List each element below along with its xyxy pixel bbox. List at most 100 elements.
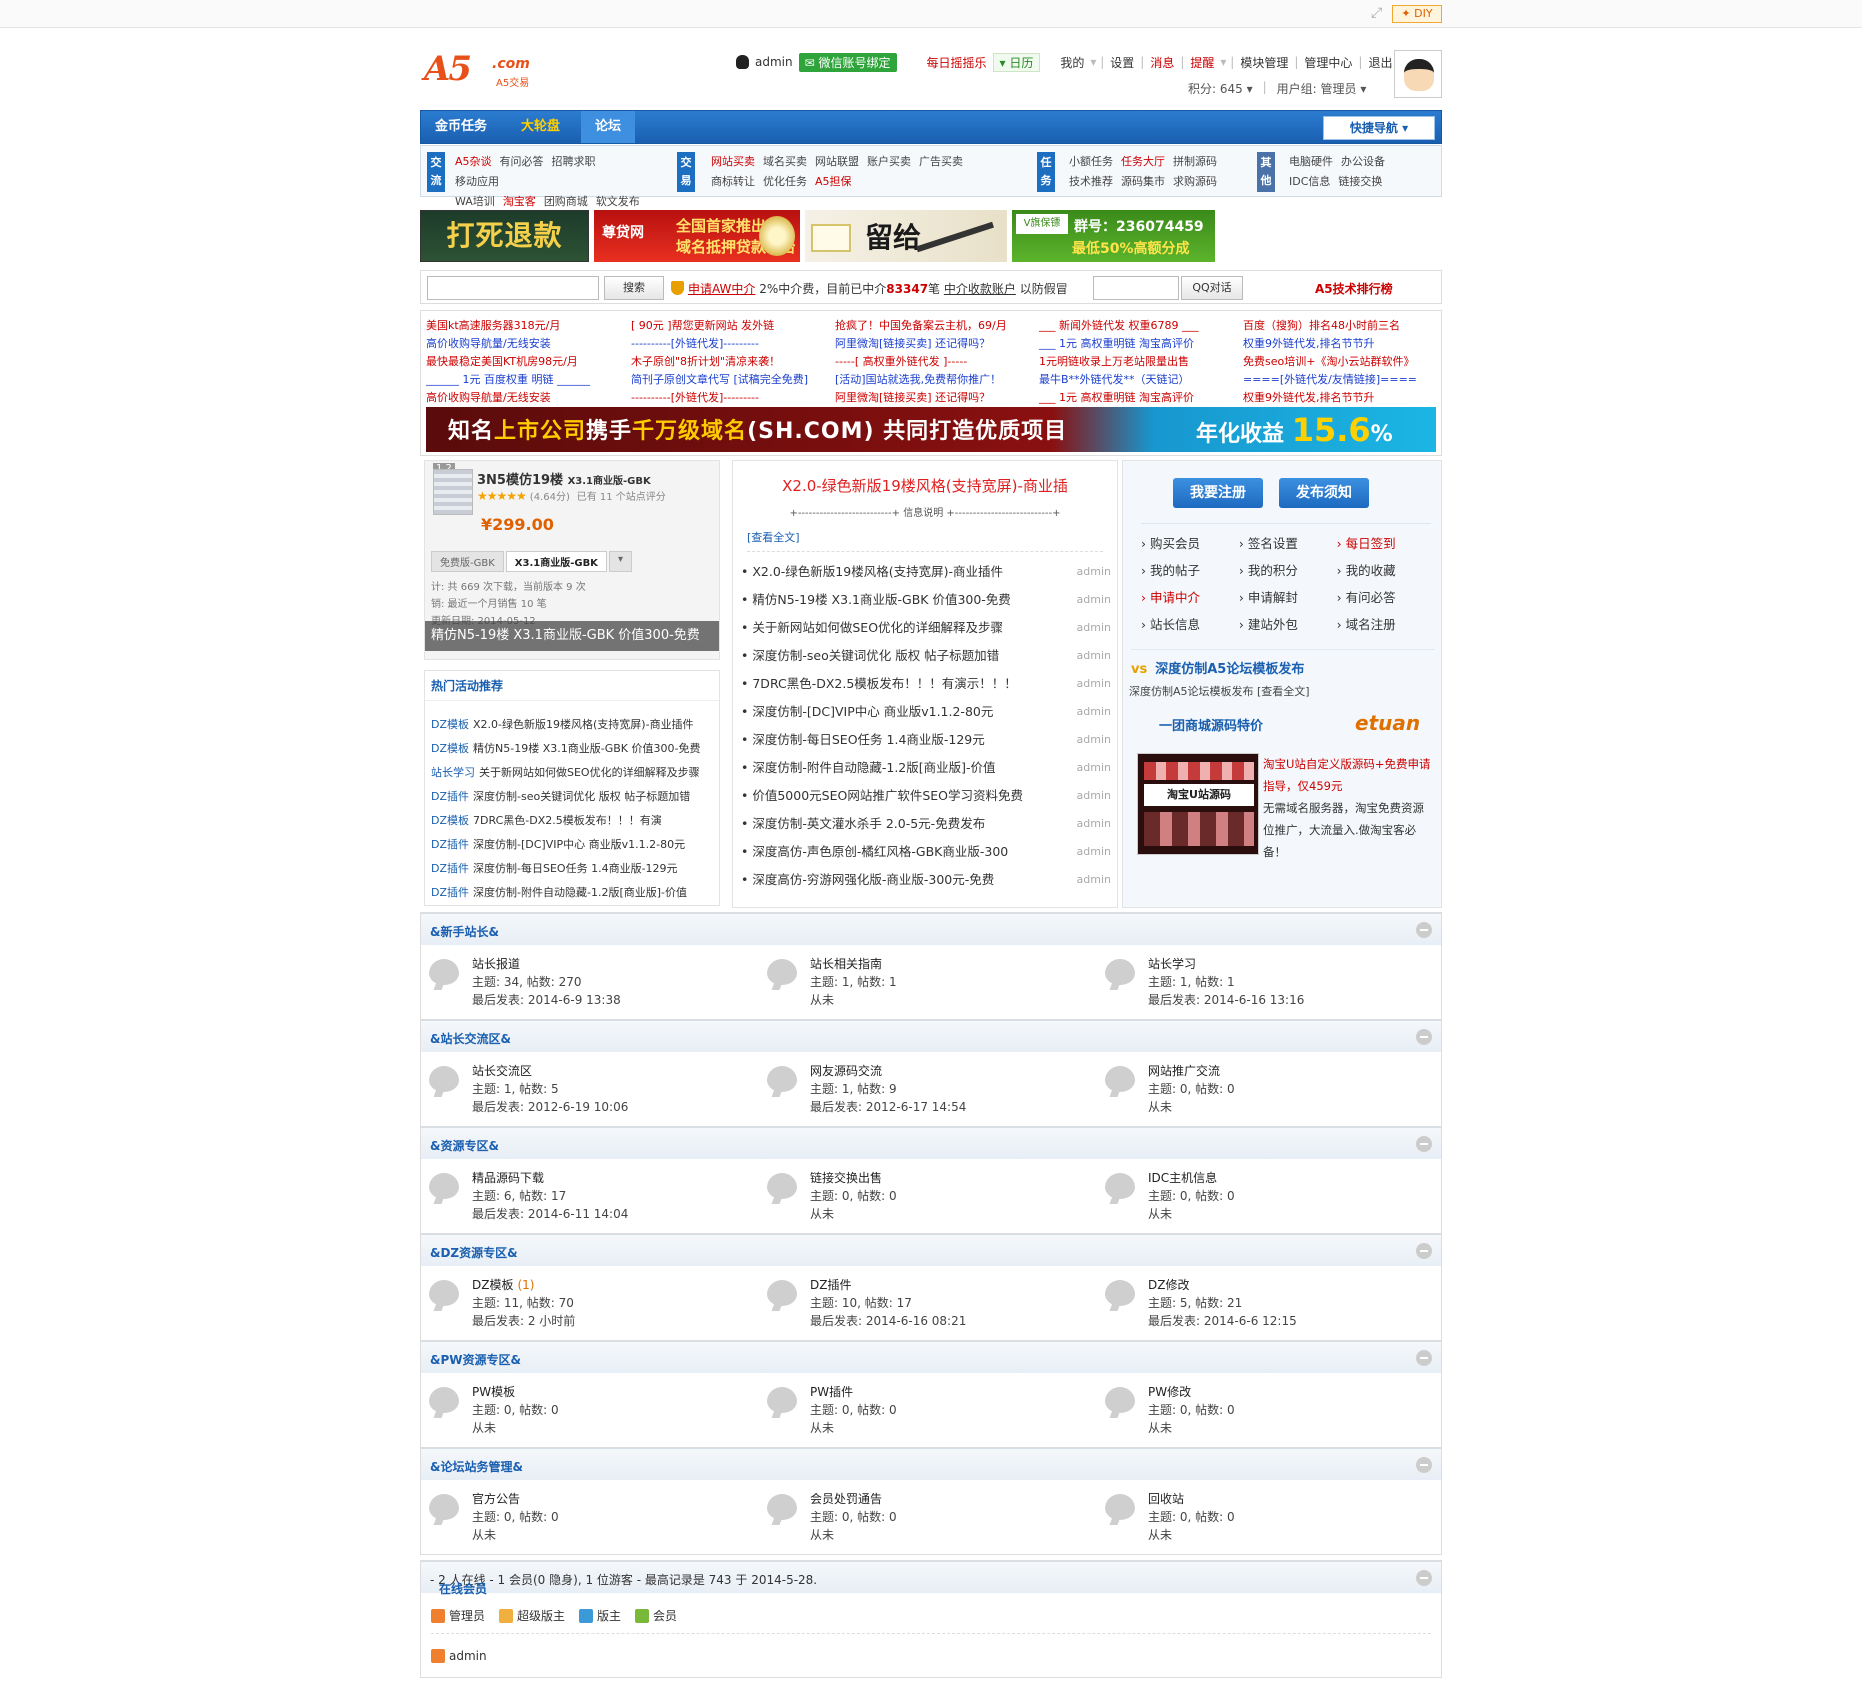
forum-board-name[interactable]: 站长学习 [1148,955,1196,972]
calendar-button[interactable]: ▾ 日历 [992,52,1041,72]
text-ad[interactable]: 1元明链收录上万老站限量出售 [1039,353,1239,371]
thread-item[interactable]: • X2.0-绿色新版19楼风格(支持宽屏)-商业插件 admin [741,558,1111,586]
forum-board-last-post[interactable]: 从未 [810,1205,834,1222]
qq-input[interactable] [1093,276,1179,300]
thread-item[interactable]: • 深度仿制-英文灌水杀手 2.0-5元-免费发布 admin [741,810,1111,838]
forum-board-last-post[interactable]: 最后发表: 2 小时前 [472,1312,575,1329]
subnav-link[interactable]: 网站联盟 [815,155,859,168]
hot-item-tag[interactable]: DZ插件 [431,790,469,803]
quick-link[interactable]: › 我的积分 [1239,557,1333,584]
forum-board-last-post[interactable]: 从未 [472,1419,496,1436]
forum-board-title[interactable]: DZ修改 [1148,1278,1189,1292]
forum-board-name[interactable]: DZ插件 [810,1276,851,1293]
forum-board-title[interactable]: DZ模板 [472,1278,513,1292]
forum-board-title[interactable]: 精品源码下载 [472,1171,544,1185]
daily-shake-link[interactable]: 每日摇摇乐 [927,54,987,71]
thread-item[interactable]: • 价值5000元SEO网站推广软件SEO学习资料免费 admin [741,782,1111,810]
quick-link[interactable]: › 签名设置 [1239,530,1333,557]
usergroup-dropdown[interactable]: 用户组: 管理员 ▾ [1277,80,1367,97]
thread-title[interactable]: 深度仿制-每日SEO任务 1.4商业版-129元 [752,732,984,747]
subnav-link[interactable]: WA培训 [455,195,495,208]
hot-item[interactable]: DZ模板 X2.0-绿色新版19楼风格(支持宽屏)-商业插件 [431,713,713,737]
hot-item-text[interactable]: 深度仿制-附件自动隐藏-1.2版[商业版]-价值 [473,886,687,899]
subnav-link[interactable]: 淘宝客 [503,195,536,208]
thread-item[interactable]: • 深度高仿-声色原创-橘红风格-GBK商业版-300 admin [741,838,1111,866]
quick-nav-button[interactable]: 快捷导航 ▾ [1323,116,1435,140]
text-ad[interactable]: 免费seo培训+《淘小云站群软件》 [1243,353,1443,371]
thread-title[interactable]: 价值5000元SEO网站推广软件SEO学习资料免费 [752,788,1023,803]
forum-board-title[interactable]: 站长报道 [472,957,520,971]
forum-board-last-post[interactable]: 最后发表: 2014-6-11 14:04 [472,1205,628,1222]
avatar[interactable] [1394,50,1442,98]
collapse-icon[interactable] [1416,1136,1432,1152]
forum-board-last-post[interactable]: 最后发表: 2014-6-16 13:16 [1148,991,1304,1008]
quick-link[interactable]: › 我的帖子 [1141,557,1235,584]
shop-thumbnail[interactable]: 淘宝U站源码 [1137,753,1259,855]
menu-reminders[interactable]: 提醒 [1190,54,1214,71]
text-ad[interactable]: ______ 1元 百度权重 明链 ______ [426,371,626,389]
text-ad[interactable]: ___ 1元 高权重明链 淘宝高评价 [1039,389,1239,407]
forum-board-last-post[interactable]: 从未 [810,1419,834,1436]
thread-title[interactable]: 深度仿制-[DC]VIP中心 商业版v1.1.2-80元 [752,704,993,719]
online-title[interactable]: 在线会员 [439,1580,487,1597]
search-button[interactable]: 搜索 [604,276,664,300]
aw-apply-link[interactable]: 申请AW中介 [688,282,755,296]
thread-author[interactable]: admin [1077,726,1111,754]
thread-author[interactable]: admin [1077,558,1111,586]
thread-author[interactable]: admin [1077,754,1111,782]
forum-board-title[interactable]: 站长交流区 [472,1064,532,1078]
text-ad[interactable]: 简刊子原创文章代写 [试稿完全免费] [631,371,831,389]
text-ad[interactable]: 高价收购导航量/无线安装 [426,335,626,353]
menu-settings[interactable]: 设置 [1110,54,1134,71]
thread-item[interactable]: • 深度仿制-[DC]VIP中心 商业版v1.1.2-80元 admin [741,698,1111,726]
collapse-icon[interactable] [1416,1457,1432,1473]
text-ad[interactable]: ___ 1元 高权重明链 淘宝高评价 [1039,335,1239,353]
forum-board-name[interactable]: 网站推广交流 [1148,1062,1220,1079]
quick-link[interactable]: › 申请解封 [1239,584,1333,611]
hot-item-tag[interactable]: DZ模板 [431,742,469,755]
quick-link[interactable]: › 我的收藏 [1337,557,1431,584]
points-dropdown[interactable]: 积分: 645 ▾ [1188,80,1253,97]
subnav-link[interactable]: 链接交换 [1338,175,1382,188]
tab-paid-version[interactable]: X3.1商业版-GBK [505,551,607,572]
subnav-link[interactable]: 求购源码 [1173,175,1217,188]
slide-caption[interactable]: 精仿N5-19楼 X3.1商业版-GBK 价值300-免费 [425,621,719,651]
forum-board-last-post[interactable]: 从未 [1148,1526,1172,1543]
forum-board-name[interactable]: PW修改 [1148,1383,1191,1400]
text-ad[interactable]: 阿里微淘[链接买卖] 还记得吗？ [835,389,1035,407]
shop-title[interactable]: 淘宝U站自定义版源码+免费申请指导，仅459元 [1263,753,1435,797]
aw-account-link[interactable]: 中介收款账户 [944,282,1016,296]
hot-item[interactable]: DZ插件 深度仿制-每日SEO任务 1.4商业版-129元 [431,857,713,881]
collapse-icon[interactable] [1416,1243,1432,1259]
subnav-link[interactable]: 小额任务 [1069,155,1113,168]
search-input[interactable] [427,276,599,300]
forum-section-title[interactable]: &论坛站务管理& [430,1458,523,1475]
text-ad[interactable]: 阿里微淘[链接买卖] 还记得吗？ [835,335,1035,353]
forum-board-last-post[interactable]: 从未 [810,991,834,1008]
posting-notice-button[interactable]: 发布须知 [1279,478,1369,508]
quick-link[interactable]: › 每日签到 [1337,530,1431,557]
thread-item[interactable]: • 深度仿制-seo关键词优化 版权 帖子标题加错 admin [741,642,1111,670]
forum-section-title[interactable]: &站长交流区& [430,1030,511,1047]
thread-title[interactable]: 深度高仿-声色原创-橘红风格-GBK商业版-300 [752,844,1008,859]
hot-item[interactable]: DZ插件 深度仿制-[DC]VIP中心 商业版v1.1.2-80元 [431,833,713,857]
forum-board-title[interactable]: PW修改 [1148,1385,1191,1399]
forum-board-title[interactable]: 官方公告 [472,1492,520,1506]
forum-board-last-post[interactable]: 从未 [1148,1098,1172,1115]
subnav-link[interactable]: IDC信息 [1289,175,1330,188]
register-button[interactable]: 我要注册 [1173,478,1263,508]
read-all-link[interactable]: [查看全文] [747,529,1103,552]
subnav-link[interactable]: 拼制源码 [1173,155,1217,168]
forum-board-name[interactable]: IDC主机信息 [1148,1169,1217,1186]
thread-author[interactable]: admin [1077,642,1111,670]
thread-item[interactable]: • 精仿N5-19楼 X3.1商业版-GBK 价值300-免费 admin [741,586,1111,614]
thread-item[interactable]: • 深度仿制-附件自动隐藏-1.2版[商业版]-价值 admin [741,754,1111,782]
text-ad[interactable]: 木子原创"8折计划"清凉来袭！ [631,353,831,371]
text-ad[interactable]: ----------[外链代发]--------- [631,335,831,353]
menu-my[interactable]: 我的 [1060,54,1084,71]
forum-board-title[interactable]: 链接交换出售 [810,1171,882,1185]
site-logo[interactable]: A5 .com A5交易 [424,50,544,92]
quick-link[interactable]: › 建站外包 [1239,611,1333,638]
text-ad[interactable]: 最牛B**外链代发**（天链记） [1039,371,1239,389]
hot-item-tag[interactable]: DZ插件 [431,886,469,899]
